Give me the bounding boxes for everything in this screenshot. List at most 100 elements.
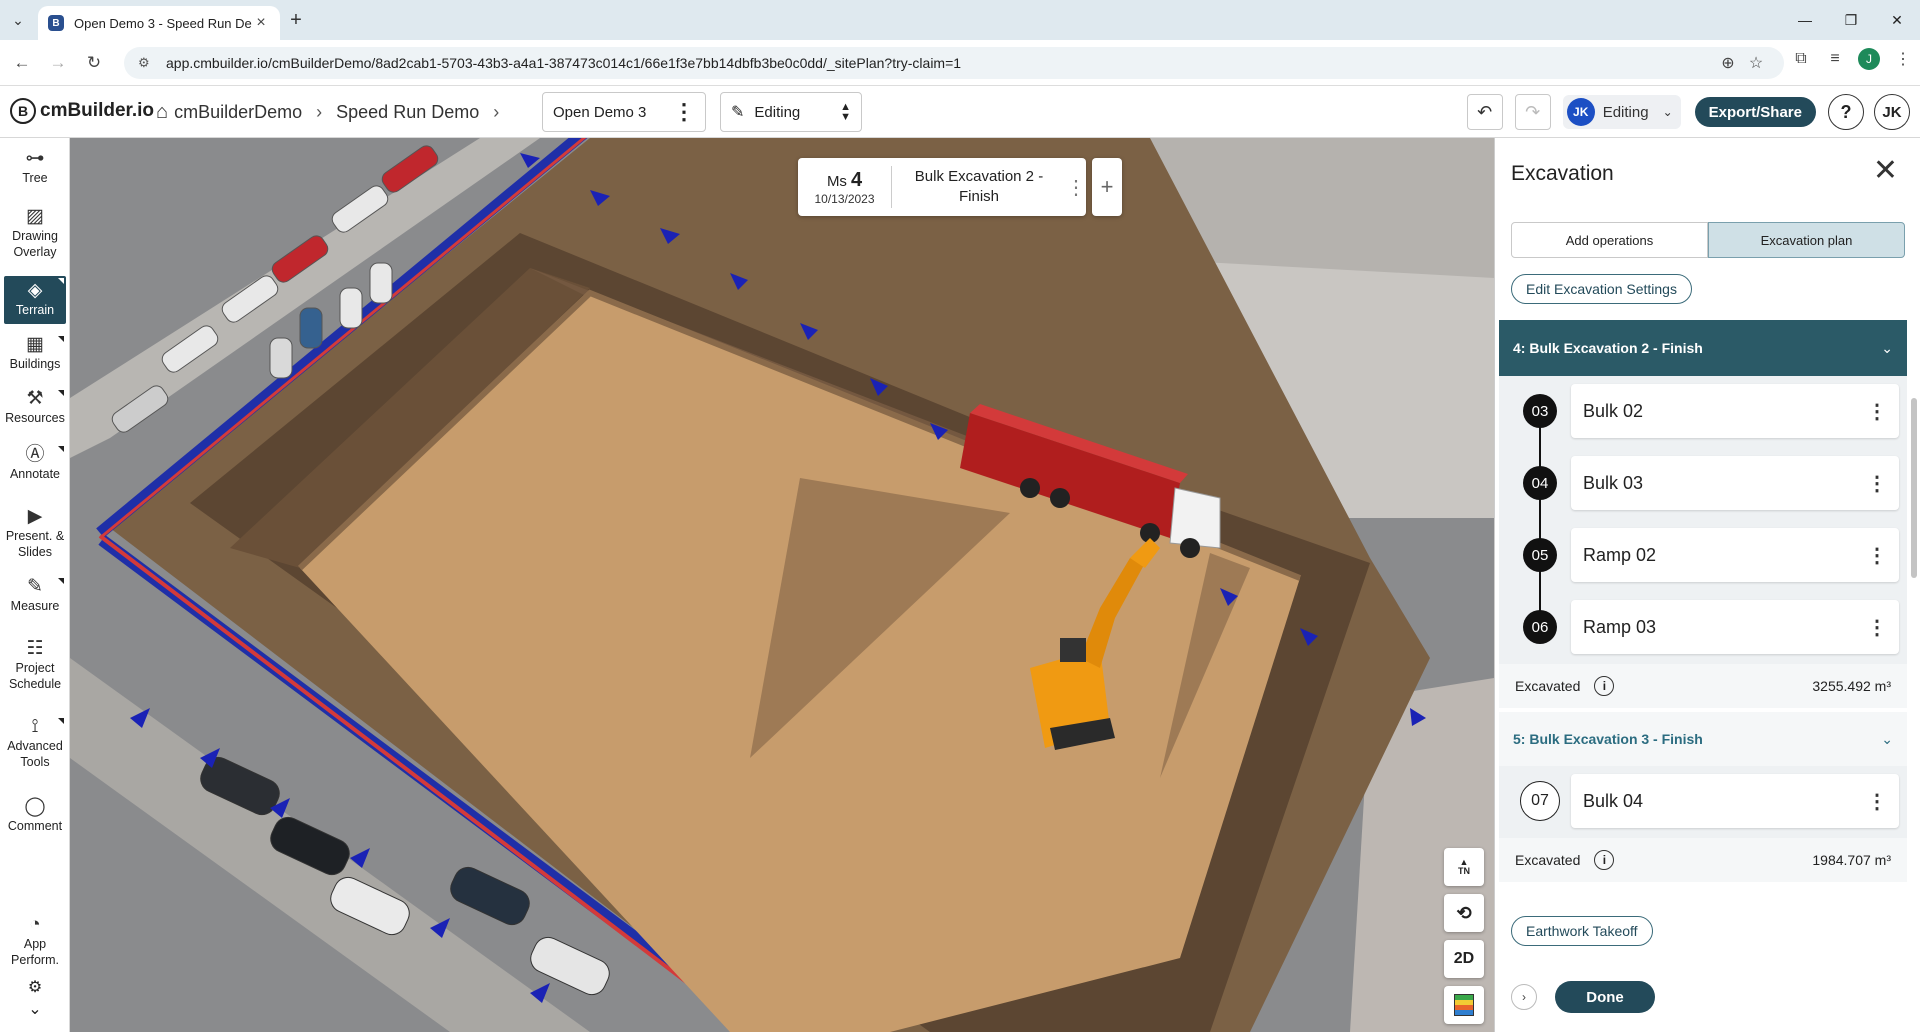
chevron-right-icon[interactable]: › [1511,984,1537,1010]
breadcrumb: ⌂ cmBuilderDemo › Speed Run Demo › [156,96,513,128]
operation-row[interactable]: 04 Bulk 03 ⋮ [1499,448,1907,520]
toggle-2d-button[interactable]: 2D [1444,940,1484,978]
browser-menu-icon[interactable]: ⋮ [1886,49,1920,69]
operation-row[interactable]: 05 Ramp 02 ⋮ [1499,520,1907,592]
more-vertical-icon[interactable]: ⋮ [673,101,695,123]
back-icon[interactable]: ← [10,51,34,75]
address-bar[interactable]: ⚙ app.cmbuilder.io/cmBuilderDemo/8ad2cab… [124,47,1784,79]
settings-gear-icon[interactable]: ⚙ [4,980,66,1000]
more-vertical-icon[interactable]: ⋮ [1066,175,1086,200]
operation-card[interactable]: Ramp 02 ⋮ [1571,528,1899,582]
tool-present-slides[interactable]: ▶ Present. & Slides [4,506,66,562]
operation-row[interactable]: 06 Ramp 03 ⋮ [1499,592,1907,664]
tool-label: Resources [5,411,65,425]
bookmark-star-icon[interactable]: ☆ [1742,53,1770,73]
home-icon[interactable]: ⌂ [156,101,168,124]
help-button[interactable]: ? [1828,94,1864,130]
submenu-indicator [58,278,64,284]
profile-button[interactable]: JK [1874,94,1910,130]
buildings-icon: ▦ [26,334,44,355]
chevron-down-icon[interactable]: ⌄ [4,1002,66,1024]
chevron-down-icon: ⌄ [1662,105,1673,119]
tree-icon: ⊶ [25,148,45,169]
tool-drawing-overlay[interactable]: ▨ Drawing Overlay [4,206,66,262]
tool-label: Tree [22,171,48,185]
earthwork-takeoff-button[interactable]: Earthwork Takeoff [1511,916,1653,946]
operation-number: 05 [1523,538,1557,572]
info-icon[interactable]: i [1594,676,1615,696]
tool-comment[interactable]: ◯ Comment [4,796,66,836]
tool-app-performance[interactable]: ◔ App Perform. [4,914,66,970]
tool-label: Advanced Tools [7,739,63,769]
rotate-view-icon[interactable]: ⟲ [1444,894,1484,932]
more-vertical-icon[interactable]: ⋮ [1867,399,1887,424]
phase-header[interactable]: 5: Bulk Excavation 3 - Finish ⌄ [1499,712,1907,766]
more-vertical-icon[interactable]: ⋮ [1867,789,1887,814]
redo-button[interactable]: ↷ [1514,94,1551,130]
operation-card[interactable]: Ramp 03 ⋮ [1571,600,1899,654]
more-vertical-icon[interactable]: ⋮ [1867,543,1887,568]
plan-selector[interactable]: Open Demo 3 ⋮ [542,92,706,132]
profile-avatar[interactable]: J [1858,48,1880,70]
north-label: TN [1458,866,1470,876]
milestone-phase: Bulk Excavation 2 - Finish [914,168,1044,205]
operation-card[interactable]: Bulk 03 ⋮ [1571,456,1899,510]
tool-advanced-tools[interactable]: ⟟ Advanced Tools [4,716,66,772]
true-north-button[interactable]: ▲ TN [1444,848,1484,886]
restore-icon[interactable]: ❐ [1828,0,1874,40]
new-tab-icon[interactable]: + [284,9,308,33]
user-mode-label: Editing [1602,103,1649,121]
export-share-button[interactable]: Export/Share [1694,97,1816,127]
present-icon: ▶ [27,506,43,527]
forward-icon[interactable]: → [46,51,70,75]
tool-label: Measure [10,599,60,613]
more-vertical-icon[interactable]: ⋮ [1867,615,1887,640]
breadcrumb-org[interactable]: cmBuilderDemo [174,102,302,123]
advanced-icon: ⟟ [31,716,39,737]
tool-project-schedule[interactable]: ☷ Project Schedule [4,638,66,694]
add-milestone-button[interactable]: + [1092,158,1122,216]
info-icon[interactable]: i [1594,850,1615,870]
tool-buildings[interactable]: ▦ Buildings [4,334,66,382]
resources-icon: ⚒ [26,388,44,409]
tool-tree[interactable]: ⊶ Tree [4,148,66,188]
zoom-icon[interactable]: ⊕ [1714,53,1742,73]
minimize-icon[interactable]: — [1782,0,1828,40]
tab-search-icon[interactable]: ⌄ [6,8,30,32]
operation-card[interactable]: Bulk 02 ⋮ [1571,384,1899,438]
site-3d-viewport[interactable]: Ms 4 10/13/2023 Bulk Excavation 2 - Finis… [70,138,1494,1032]
extensions-icon[interactable]: ⧉ [1784,50,1818,68]
tool-resources[interactable]: ⚒ Resources [4,388,66,436]
logo-mark-icon: B [10,98,36,124]
undo-button[interactable]: ↶ [1466,94,1503,130]
breadcrumb-project[interactable]: Speed Run Demo [336,102,479,123]
tab-add-operations[interactable]: Add operations [1511,222,1708,258]
operation-row[interactable]: 03 Bulk 02 ⋮ [1499,376,1907,448]
close-icon[interactable]: ✕ [1873,156,1898,186]
browser-tab[interactable]: B Open Demo 3 - Speed Run Demo × [38,6,280,40]
edit-excavation-settings-button[interactable]: Edit Excavation Settings [1511,274,1692,304]
operation-card[interactable]: Bulk 04 ⋮ [1571,774,1899,828]
tool-measure[interactable]: ✎ Measure [4,576,66,624]
milestone-card[interactable]: Ms 4 10/13/2023 Bulk Excavation 2 - Finis… [798,158,1086,216]
app-header: B cmBuilder.io ⌂ cmBuilderDemo › Speed R… [0,86,1920,138]
excavated-label: Excavated [1515,852,1581,868]
app-logo[interactable]: B cmBuilder.io [10,98,154,124]
media-icon[interactable]: ≡ [1818,50,1852,68]
user-mode-dropdown[interactable]: JK Editing ⌄ [1562,95,1681,129]
favicon: B [48,15,64,31]
tool-annotate[interactable]: Ⓐ Annotate [4,444,66,492]
tool-terrain[interactable]: ◈ Terrain [4,276,66,324]
layer-legend-button[interactable] [1444,986,1484,1024]
tab-excavation-plan[interactable]: Excavation plan [1708,222,1905,258]
close-tab-icon[interactable]: × [252,14,270,32]
done-button[interactable]: Done [1555,981,1655,1013]
phase-header[interactable]: 4: Bulk Excavation 2 - Finish ⌄ [1499,320,1907,376]
mode-selector[interactable]: ✎ Editing ▲ ▼ [720,92,862,132]
window-close-icon[interactable]: ✕ [1874,0,1920,40]
panel-scrollbar[interactable] [1911,398,1917,578]
site-info-icon[interactable]: ⚙ [138,55,156,71]
reload-icon[interactable]: ↻ [82,51,106,75]
operation-row[interactable]: 07 Bulk 04 ⋮ [1499,766,1907,838]
more-vertical-icon[interactable]: ⋮ [1867,471,1887,496]
